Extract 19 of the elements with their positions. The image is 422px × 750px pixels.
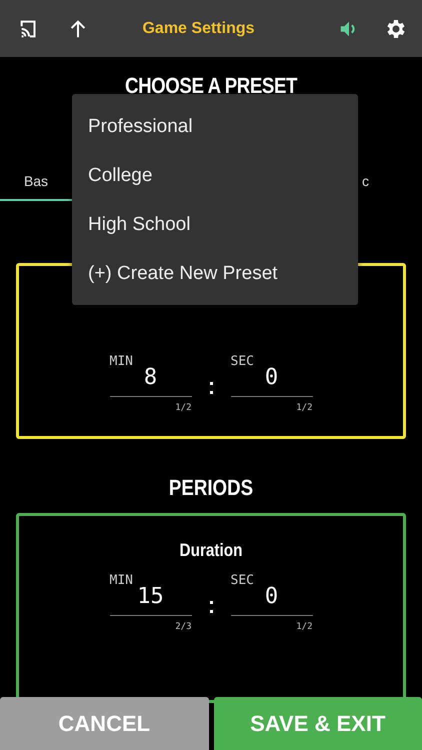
colon-icon (210, 601, 212, 613)
menu-item[interactable]: Professional (72, 102, 358, 151)
digit-count: 1/2 (296, 403, 312, 413)
digit-count: 2/3 (175, 622, 192, 632)
menu-item[interactable]: High School (72, 200, 358, 249)
colon-icon (210, 382, 212, 394)
menu-item[interactable]: (+) Create New Preset (72, 249, 358, 298)
menu-item[interactable]: College (72, 151, 358, 200)
window-title: Game Settings (141, 20, 256, 38)
digit-count: 1/2 (296, 622, 312, 632)
seconds-value[interactable]: 0 (230, 365, 312, 397)
seconds-value[interactable]: 0 (230, 584, 312, 616)
section-heading: PERIODS (168, 475, 254, 501)
digit-count: 1/2 (175, 403, 192, 413)
tab[interactable]: c (362, 167, 422, 201)
preset-heading: CHOOSE A PRESET (124, 73, 298, 99)
minutes-value[interactable]: 15 (110, 584, 192, 616)
duration-label: Duration (180, 540, 242, 561)
minutes-value[interactable]: 8 (110, 365, 192, 397)
